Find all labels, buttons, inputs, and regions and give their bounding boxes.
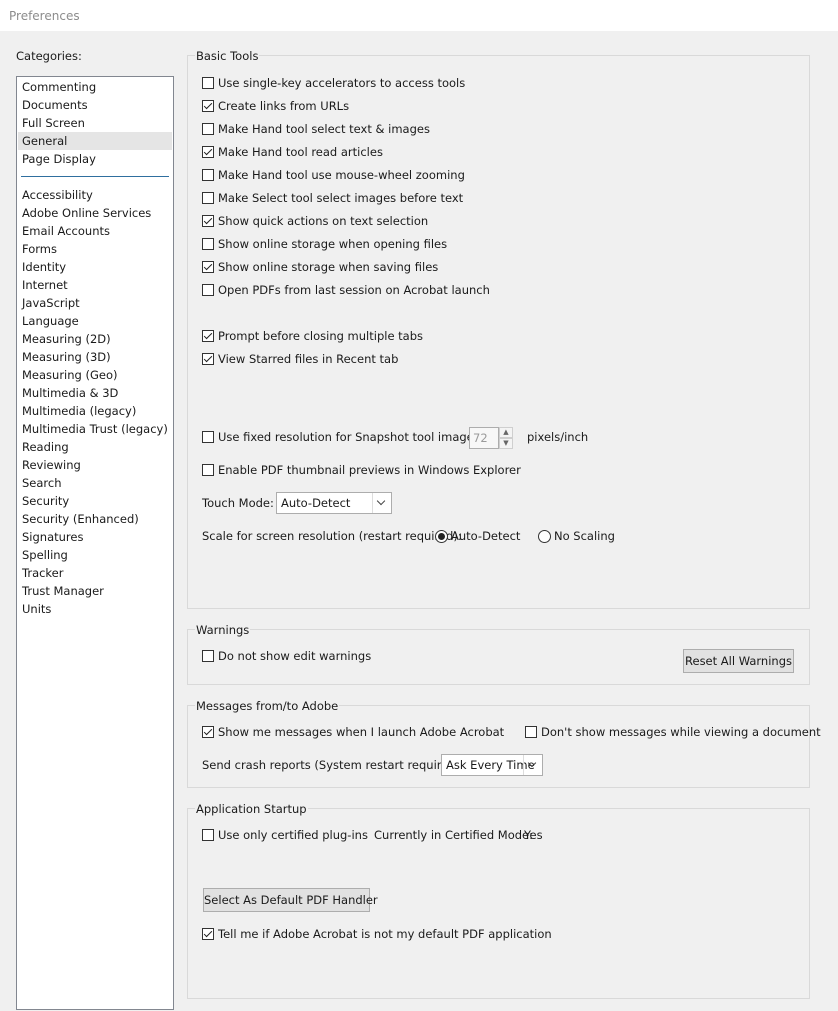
category-item[interactable]: Multimedia Trust (legacy) <box>18 420 172 438</box>
certified-mode-label: Currently in Certified Mode: <box>374 828 534 842</box>
crash-reports-value: Ask Every Time <box>446 758 535 772</box>
category-item[interactable]: Forms <box>18 240 172 258</box>
touch-mode-label: Touch Mode: <box>202 496 274 510</box>
category-item[interactable]: Internet <box>18 276 172 294</box>
category-item[interactable]: Measuring (3D) <box>18 348 172 366</box>
category-item[interactable]: Commenting <box>18 78 172 96</box>
basic-tools-option-checkbox[interactable] <box>202 353 214 365</box>
basic-tools-option-checkbox[interactable] <box>202 123 214 135</box>
basic-tools-option-label: Prompt before closing multiple tabs <box>218 329 424 343</box>
scale-auto-detect-label: Auto-Detect <box>451 529 521 543</box>
basic-tools-option-label: Make Hand tool read articles <box>218 145 383 159</box>
category-item[interactable]: Email Accounts <box>18 222 172 240</box>
thumbnail-preview-checkbox[interactable] <box>202 464 214 476</box>
category-divider <box>21 176 169 177</box>
basic-tools-option-checkbox[interactable] <box>202 284 214 296</box>
thumbnail-preview-label: Enable PDF thumbnail previews in Windows… <box>218 463 521 477</box>
category-item[interactable]: Adobe Online Services <box>18 204 172 222</box>
scale-auto-detect-radio[interactable] <box>435 530 448 543</box>
basic-tools-option-label: Show online storage when saving files <box>218 260 439 274</box>
show-messages-label: Show me messages when I launch Adobe Acr… <box>218 725 505 739</box>
categories-list[interactable]: Commenting Documents Full Screen General Pag… <box>16 76 174 1010</box>
edit-warnings-checkbox[interactable] <box>202 650 214 662</box>
dont-show-messages-label: Don't show messages while viewing a docu… <box>541 725 821 739</box>
basic-tools-option-checkbox[interactable] <box>202 330 214 342</box>
basic-tools-option-label: Open PDFs from last session on Acrobat l… <box>218 283 490 297</box>
category-item[interactable]: Page Display <box>18 150 172 168</box>
certified-plugins-checkbox[interactable] <box>202 829 214 841</box>
basic-tools-title: Basic Tools <box>195 49 260 63</box>
category-item[interactable]: Full Screen <box>18 114 172 132</box>
resolution-unit: pixels/inch <box>527 430 589 444</box>
chevron-down-icon <box>523 755 542 775</box>
category-item[interactable]: Reviewing <box>18 456 172 474</box>
basic-tools-option-label: Make Select tool select images before te… <box>218 191 464 205</box>
show-messages-checkbox[interactable] <box>202 726 214 738</box>
spin-up-icon[interactable]: ▲ <box>499 427 513 438</box>
certified-mode-value: Yes <box>524 828 543 842</box>
resolution-spinner[interactable]: ▲ ▼ <box>499 427 513 449</box>
category-item[interactable]: Accessibility <box>18 186 172 204</box>
category-item[interactable]: Signatures <box>18 528 172 546</box>
basic-tools-option-checkbox[interactable] <box>202 77 214 89</box>
warnings-title: Warnings <box>195 623 251 637</box>
basic-tools-option-label: Create links from URLs <box>218 99 350 113</box>
category-item[interactable]: Multimedia & 3D <box>18 384 172 402</box>
default-app-check-label: Tell me if Adobe Acrobat is not my defau… <box>218 927 552 941</box>
category-item[interactable]: JavaScript <box>18 294 172 312</box>
chevron-down-icon <box>372 493 391 513</box>
category-item[interactable]: Trust Manager <box>18 582 172 600</box>
category-item[interactable]: Tracker <box>18 564 172 582</box>
basic-tools-option-checkbox[interactable] <box>202 261 214 273</box>
category-item[interactable]: Measuring (2D) <box>18 330 172 348</box>
category-item[interactable]: Security <box>18 492 172 510</box>
messages-title: Messages from/to Adobe <box>195 699 340 713</box>
category-item[interactable]: Reading <box>18 438 172 456</box>
edit-warnings-label: Do not show edit warnings <box>218 649 372 663</box>
category-item[interactable]: Measuring (Geo) <box>18 366 172 384</box>
default-pdf-handler-button[interactable]: Select As Default PDF Handler <box>203 888 378 912</box>
touch-mode-value: Auto-Detect <box>281 496 351 510</box>
basic-tools-option-label: View Starred files in Recent tab <box>218 352 399 366</box>
category-item[interactable]: Search <box>18 474 172 492</box>
basic-tools-option-label: Use single-key accelerators to access to… <box>218 76 466 90</box>
dont-show-messages-checkbox[interactable] <box>525 726 537 738</box>
crash-reports-label: Send crash reports (System restart requi… <box>202 758 464 772</box>
category-item[interactable]: Units <box>18 600 172 618</box>
window-title: Preferences <box>9 9 80 23</box>
snapshot-resolution-checkbox[interactable] <box>202 431 214 443</box>
basic-tools-option-label: Show online storage when opening files <box>218 237 448 251</box>
scale-no-scaling-radio[interactable] <box>538 530 551 543</box>
basic-tools-option-checkbox[interactable] <box>202 192 214 204</box>
category-item[interactable]: Spelling <box>18 546 172 564</box>
category-item[interactable]: Identity <box>18 258 172 276</box>
certified-plugins-label: Use only certified plug-ins <box>218 828 368 842</box>
basic-tools-option-checkbox[interactable] <box>202 169 214 181</box>
basic-tools-option-label: Make Hand tool use mouse-wheel zooming <box>218 168 465 182</box>
crash-reports-select[interactable]: Ask Every Time <box>441 754 543 776</box>
scale-label: Scale for screen resolution (restart req… <box>202 529 462 543</box>
snapshot-resolution-label: Use fixed resolution for Snapshot tool i… <box>218 430 484 444</box>
category-item[interactable]: Security (Enhanced) <box>18 510 172 528</box>
startup-title: Application Startup <box>195 802 308 816</box>
resolution-input[interactable]: 72 <box>469 427 499 449</box>
spin-down-icon[interactable]: ▼ <box>499 438 513 449</box>
basic-tools-option-label: Make Hand tool select text & images <box>218 122 430 136</box>
category-item[interactable]: Language <box>18 312 172 330</box>
category-item[interactable]: Documents <box>18 96 172 114</box>
touch-mode-select[interactable]: Auto-Detect <box>276 492 392 514</box>
basic-tools-option-checkbox[interactable] <box>202 215 214 227</box>
basic-tools-option-label: Show quick actions on text selection <box>218 214 429 228</box>
reset-warnings-button[interactable]: Reset All Warnings <box>683 649 794 673</box>
basic-tools-option-checkbox[interactable] <box>202 100 214 112</box>
title-bar: Preferences <box>0 0 838 31</box>
default-app-check-checkbox[interactable] <box>202 928 214 940</box>
category-item[interactable]: General <box>18 132 172 150</box>
basic-tools-option-checkbox[interactable] <box>202 238 214 250</box>
basic-tools-option-checkbox[interactable] <box>202 146 214 158</box>
category-item[interactable]: Multimedia (legacy) <box>18 402 172 420</box>
categories-label: Categories: <box>16 49 82 63</box>
scale-no-scaling-label: No Scaling <box>554 529 615 543</box>
